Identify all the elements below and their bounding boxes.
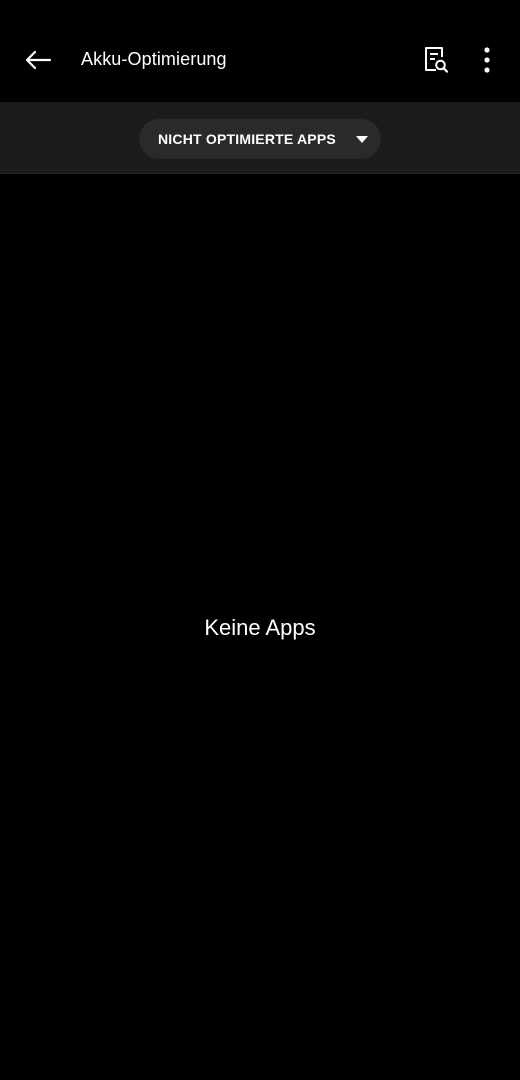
arrow-drop-down-icon — [356, 136, 368, 143]
filter-selected-label: NICHT OPTIMIERTE APPS — [158, 131, 336, 147]
more-vert-icon — [484, 47, 490, 73]
empty-state-message: Keine Apps — [204, 615, 316, 640]
filter-dropdown[interactable]: NICHT OPTIMIERTE APPS — [139, 119, 381, 159]
search-button[interactable] — [412, 36, 460, 84]
more-options-button[interactable] — [463, 36, 511, 84]
top-app-bar: Akku-Optimierung — [0, 0, 520, 102]
back-button[interactable] — [14, 36, 62, 84]
document-search-icon — [425, 47, 449, 73]
filter-bar: NICHT OPTIMIERTE APPS — [0, 102, 520, 174]
page-title: Akku-Optimierung — [81, 49, 227, 69]
arrow-back-icon — [25, 50, 52, 70]
